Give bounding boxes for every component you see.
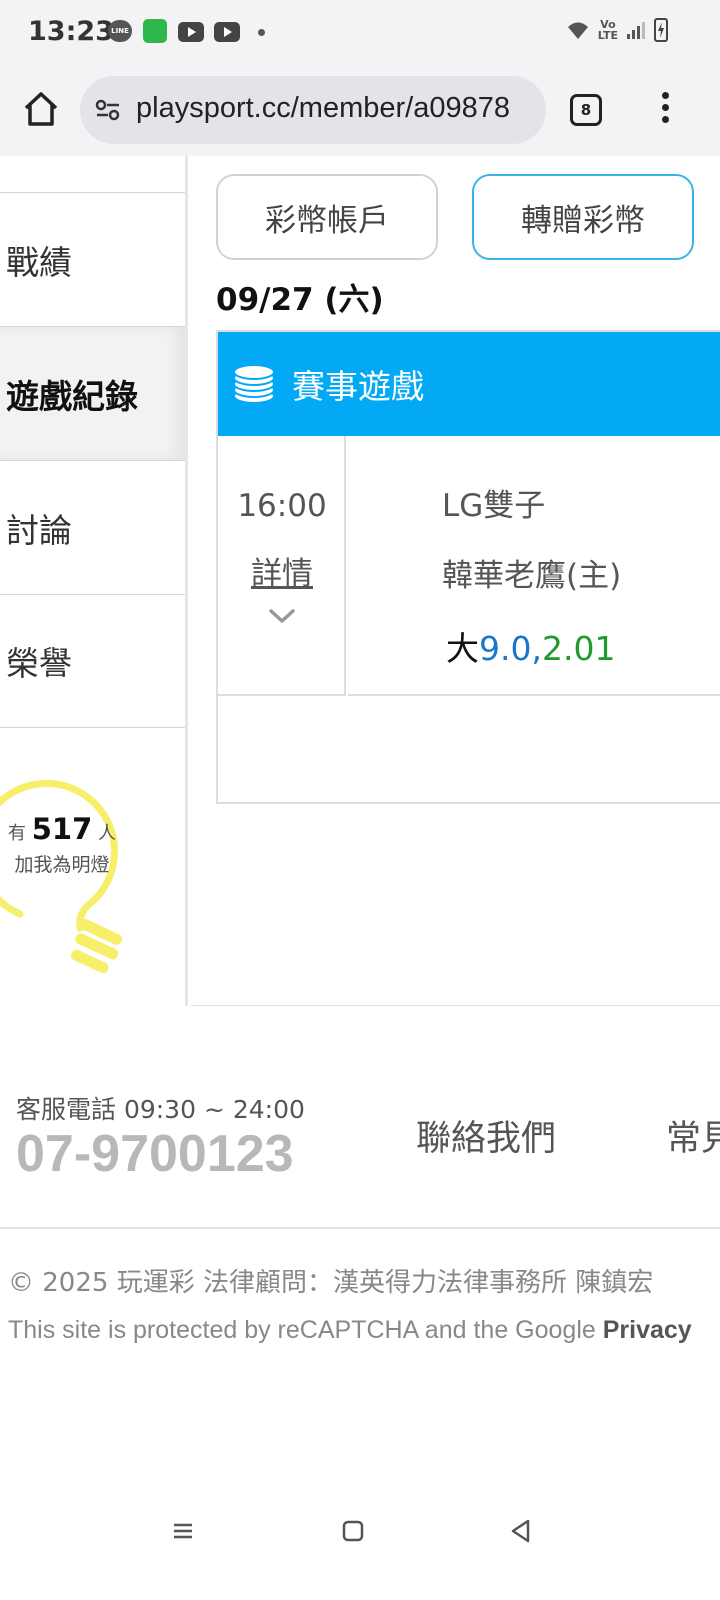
service-hours: 客服電話 09:30 ~ 24:00 [16, 1095, 305, 1124]
game-table: 賽事遊戲 16:00 詳情 LG雙子 韓華老鷹(主) 大9.0,2.01 [216, 330, 720, 804]
dot-icon [258, 29, 265, 36]
transfer-coins-button[interactable]: 轉贈彩幣 [472, 174, 694, 260]
tab-switcher-button[interactable]: 8 [570, 94, 602, 126]
bulb-prefix: 有 [7, 823, 26, 844]
battery-charging-icon [654, 18, 668, 42]
address-bar[interactable]: playsport.cc/member/a09878 [80, 76, 546, 144]
signal-icon [627, 22, 645, 39]
bulb-suffix: 人 [98, 823, 116, 844]
coin-account-button[interactable]: 彩幣帳戶 [216, 174, 438, 260]
game-section-title: 賽事遊戲 [292, 367, 424, 406]
coins-icon [233, 364, 275, 404]
game-header: 賽事遊戲 [218, 332, 720, 436]
more-menu-icon[interactable] [660, 92, 670, 128]
copyright-text: © 2025 玩運彩 法律顧問：漢英得力法律事務所 陳鎮宏 [8, 1268, 654, 1298]
bet-separator: , [531, 629, 542, 668]
wifi-icon [566, 19, 590, 41]
profile-sidebar: 戰績 遊戲紀錄 討論 榮譽 有 517 人 加我為明燈 [0, 156, 188, 1006]
line-icon: LINE [108, 20, 132, 42]
bet-line: 9.0 [479, 629, 532, 668]
sidebar-item-discussion[interactable]: 討論 [0, 460, 186, 594]
service-phone[interactable]: 07-9700123 [16, 1124, 294, 1184]
volte-bottom-text: LTE [597, 29, 618, 42]
privacy-link[interactable]: Privacy [603, 1316, 692, 1344]
status-icons: Vo LTE [566, 18, 668, 42]
volte-icon: Vo LTE [598, 19, 618, 41]
team-home: 韓華老鷹(主) [442, 558, 622, 594]
browser-toolbar: playsport.cc/member/a09878 8 [0, 64, 720, 156]
system-nav-bar [0, 1490, 720, 1600]
team-away: LG雙子 [442, 488, 546, 524]
bet-payout: 2.01 [541, 629, 616, 668]
bulb-followers[interactable]: 有 517 人 加我為明燈 [2, 812, 122, 877]
main-content: 彩幣帳戶 轉贈彩幣 09/27 (六) 賽事遊戲 16:00 詳情 LG雙子 韓… [190, 156, 720, 1006]
back-icon[interactable] [506, 1516, 536, 1546]
green-app-icon [143, 19, 167, 43]
recaptcha-text: This site is protected by reCAPTCHA and … [8, 1316, 603, 1344]
url-text[interactable]: playsport.cc/member/a09878 [136, 92, 531, 125]
status-time: 13:23 [28, 16, 114, 47]
game-info-cell: LG雙子 韓華老鷹(主) 大9.0,2.01 [348, 436, 720, 696]
bulb-count: 517 [31, 812, 93, 846]
recents-icon[interactable] [168, 1516, 198, 1546]
game-detail-link[interactable]: 詳情 [218, 548, 346, 593]
sidebar-item-honors[interactable]: 榮譽 [0, 594, 186, 728]
youtube-icon [214, 22, 240, 42]
contact-us-link[interactable]: 聯絡我們 [416, 1110, 556, 1161]
date-label: 09/27 (六) [216, 282, 384, 318]
sidebar-item-record[interactable]: 戰績 [0, 192, 186, 326]
footer-divider [0, 1227, 720, 1229]
bet-odds: 大9.0,2.01 [446, 622, 615, 670]
sidebar-item-game-history[interactable]: 遊戲紀錄 [0, 326, 186, 460]
bulb-caption: 加我為明燈 [14, 854, 110, 876]
bet-side: 大 [446, 629, 479, 668]
game-time-cell: 16:00 詳情 [218, 436, 346, 696]
game-time: 16:00 [237, 488, 327, 524]
site-settings-icon[interactable] [94, 98, 122, 122]
chevron-down-icon[interactable] [267, 606, 297, 626]
home-nav-icon[interactable] [338, 1516, 368, 1546]
youtube-icon [178, 22, 204, 42]
faq-link[interactable]: 常見 [666, 1110, 720, 1161]
home-icon[interactable] [20, 88, 62, 130]
recaptcha-notice: This site is protected by reCAPTCHA and … [8, 1316, 720, 1345]
status-bar: 13:23 LINE Vo LTE [0, 0, 720, 64]
